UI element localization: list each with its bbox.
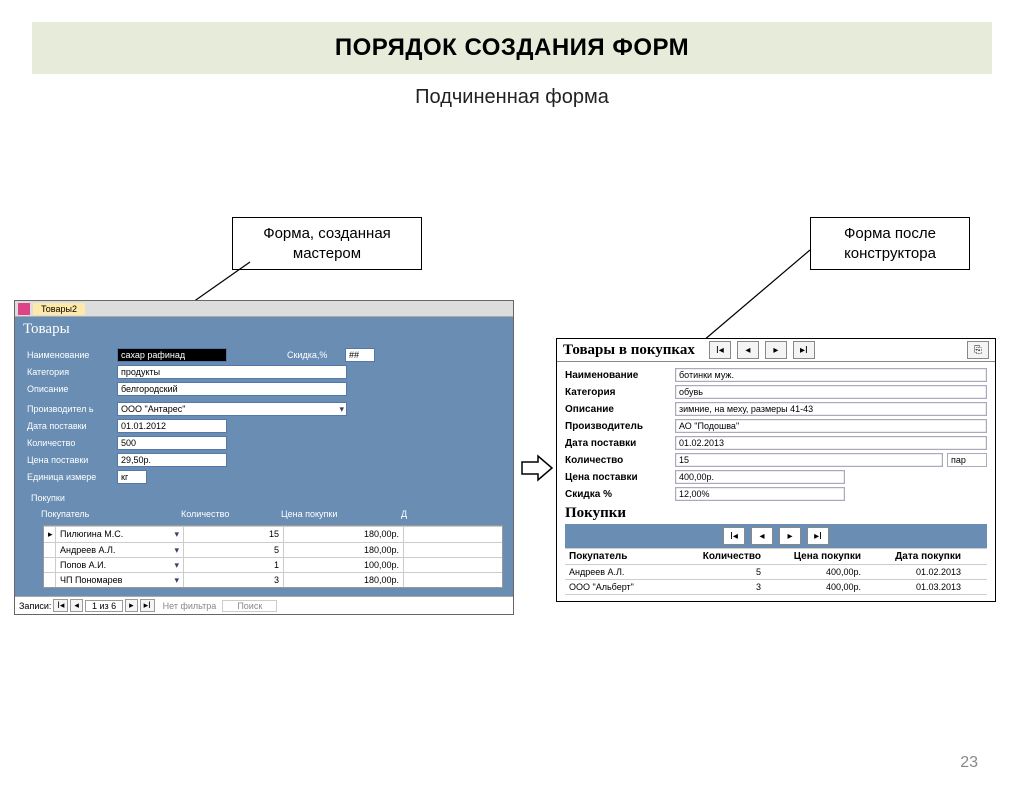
sub-first-button[interactable]: І◂ xyxy=(723,527,745,545)
input-price[interactable]: 29,50р. xyxy=(117,453,227,467)
table-row[interactable]: Попов А.И.▾1100,00р. xyxy=(44,557,502,572)
slide-title: ПОРЯДОК СОЗДАНИЯ ФОРМ xyxy=(32,22,992,74)
r-input-name[interactable]: ботинки муж. xyxy=(675,368,987,382)
form-designer: Товары в покупках І◂ ◂ ▸ ▸І ⎘ Наименован… xyxy=(556,338,996,602)
last-button[interactable]: ▸І xyxy=(793,341,815,359)
input-discount[interactable]: ## xyxy=(345,348,375,362)
table-row[interactable]: Андреев А.Л. 5 400,00р. 01.02.2013 xyxy=(565,565,987,580)
r-label-name: Наименование xyxy=(565,370,675,381)
r-input-unit[interactable]: пар xyxy=(947,453,987,467)
r-input-date[interactable]: 01.02.2013 xyxy=(675,436,987,450)
label-price: Цена поставки xyxy=(27,455,117,465)
r-input-qty[interactable]: 15 xyxy=(675,453,943,467)
r-col-date: Дата покупки xyxy=(865,549,965,564)
right-sub-header: Покупки xyxy=(565,505,987,522)
label-desc: Описание xyxy=(27,384,117,394)
recnav-filter: Нет фильтра xyxy=(163,601,217,611)
r-label-disc: Скидка % xyxy=(565,489,675,500)
input-date[interactable]: 01.01.2012 xyxy=(117,419,227,433)
right-header: Товары в покупках xyxy=(563,342,695,359)
callout-left: Форма, созданная мастером xyxy=(232,217,422,270)
r-col-price: Цена покупки xyxy=(765,549,865,564)
input-cat[interactable]: продукты xyxy=(117,365,347,379)
r-label-cat: Категория xyxy=(565,387,675,398)
sub-last-button[interactable]: ▸І xyxy=(807,527,829,545)
input-qty[interactable]: 500 xyxy=(117,436,227,450)
r-input-disc[interactable]: 12,00% xyxy=(675,487,845,501)
callout-right: Форма после конструктора xyxy=(810,217,970,270)
form-master: Товары2 Товары Наименование сахар рафина… xyxy=(14,300,514,615)
exit-button[interactable]: ⎘ xyxy=(967,341,989,359)
slide-subtitle: Подчиненная форма xyxy=(0,86,1024,109)
col-d: Д xyxy=(401,509,421,519)
sub-prev-button[interactable]: ◂ xyxy=(751,527,773,545)
left-sub-header: Покупки xyxy=(15,491,513,503)
table-row[interactable]: ЧП Пономарев▾3180,00р. xyxy=(44,572,502,587)
recnav-search[interactable]: Поиск xyxy=(222,600,277,612)
r-label-desc: Описание xyxy=(565,404,675,415)
label-name: Наименование xyxy=(27,350,117,360)
table-row[interactable]: Андреев А.Л.▾5180,00р. xyxy=(44,542,502,557)
left-header: Товары xyxy=(15,317,513,342)
left-subtable: ▸Пилюгина М.С.▾15180,00р. Андреев А.Л.▾5… xyxy=(43,525,503,588)
r-col-qty: Количество xyxy=(685,549,765,564)
next-button[interactable]: ▸ xyxy=(765,341,787,359)
label-date: Дата поставки xyxy=(27,421,117,431)
tab-name[interactable]: Товары2 xyxy=(33,303,85,315)
input-name[interactable]: сахар рафинад xyxy=(117,348,227,362)
input-unit[interactable]: кг xyxy=(117,470,147,484)
r-input-price[interactable]: 400,00р. xyxy=(675,470,845,484)
col-price: Цена покупки xyxy=(281,509,401,519)
r-input-desc[interactable]: зимние, на меху, размеры 41-43 xyxy=(675,402,987,416)
recnav-label: Записи: xyxy=(19,601,51,611)
sub-navigator: І◂ ◂ ▸ ▸І xyxy=(565,524,987,548)
first-button[interactable]: І◂ xyxy=(709,341,731,359)
record-navigator: Записи: І◂ ◂ 1 из 6 ▸ ▸І Нет фильтра Пои… xyxy=(15,596,513,614)
col-qty: Количество xyxy=(181,509,281,519)
block-arrow-icon xyxy=(520,452,554,484)
arrow-right xyxy=(690,250,810,352)
r-col-buyer: Покупатель xyxy=(565,549,685,564)
label-cat: Категория xyxy=(27,367,117,377)
r-label-qty: Количество xyxy=(565,455,675,466)
sub-next-button[interactable]: ▸ xyxy=(779,527,801,545)
r-label-price: Цена поставки xyxy=(565,472,675,483)
r-label-date: Дата поставки xyxy=(565,438,675,449)
r-label-maker: Производитель xyxy=(565,421,675,432)
r-input-cat[interactable]: обувь xyxy=(675,385,987,399)
table-row[interactable]: ООО "Альберт" 3 400,00р. 01.03.2013 xyxy=(565,580,987,595)
next-record-button[interactable]: ▸ xyxy=(125,599,138,612)
form-icon xyxy=(18,303,30,315)
page-number: 23 xyxy=(960,754,978,772)
prev-button[interactable]: ◂ xyxy=(737,341,759,359)
table-row[interactable]: ▸Пилюгина М.С.▾15180,00р. xyxy=(44,526,502,542)
col-buyer: Покупатель xyxy=(41,509,181,519)
r-input-maker[interactable]: АО "Подошва" xyxy=(675,419,987,433)
label-discount: Скидка,% xyxy=(287,350,345,360)
recnav-pos[interactable]: 1 из 6 xyxy=(85,600,123,612)
first-record-button[interactable]: І◂ xyxy=(53,599,68,612)
label-qty: Количество xyxy=(27,438,117,448)
input-desc[interactable]: белгородский xyxy=(117,382,347,396)
label-unit: Единица измере xyxy=(27,472,117,482)
prev-record-button[interactable]: ◂ xyxy=(70,599,83,612)
tab-row: Товары2 xyxy=(15,301,513,317)
label-maker: Производител ь xyxy=(27,404,117,414)
last-record-button[interactable]: ▸І xyxy=(140,599,155,612)
input-maker[interactable]: ООО "Антарес"▾ xyxy=(117,402,347,416)
